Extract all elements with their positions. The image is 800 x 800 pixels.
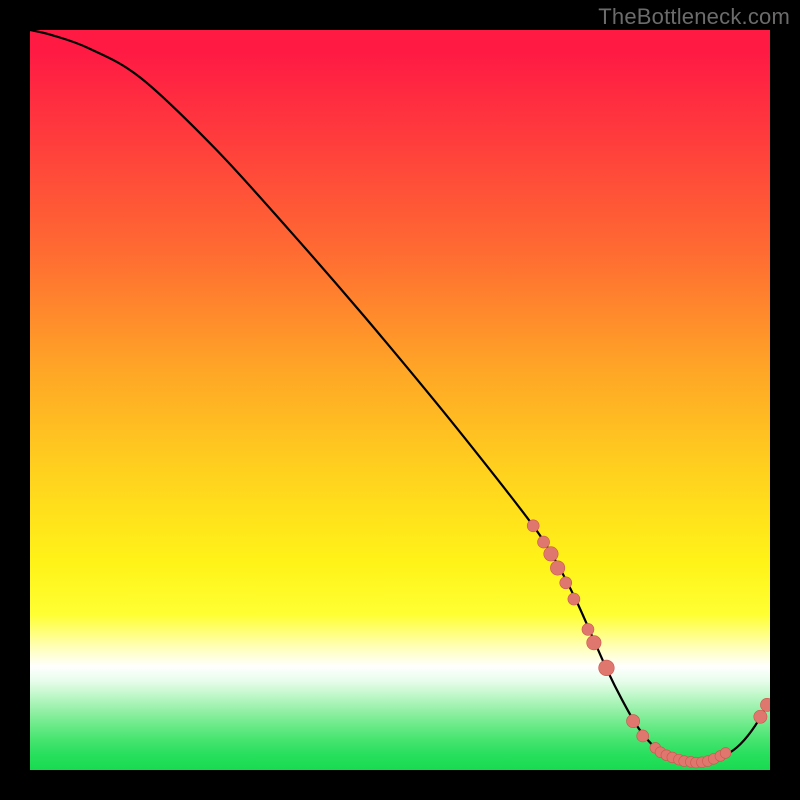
data-marker [637,730,649,742]
data-marker [760,698,770,711]
plot-area [30,30,770,770]
data-marker [544,547,558,561]
chart-stage: TheBottleneck.com [0,0,800,800]
data-marker [527,520,539,532]
data-marker [550,561,564,575]
data-marker [560,577,572,589]
data-marker [582,623,594,635]
watermark-text: TheBottleneck.com [598,4,790,30]
bottleneck-curve [30,30,770,763]
data-marker [568,593,580,605]
curve-layer [30,30,770,770]
data-marker [627,715,640,728]
data-marker [720,748,731,759]
data-marker [587,636,601,650]
data-marker [599,660,615,676]
data-markers [527,520,770,768]
data-marker [754,710,767,723]
data-marker [538,536,550,548]
